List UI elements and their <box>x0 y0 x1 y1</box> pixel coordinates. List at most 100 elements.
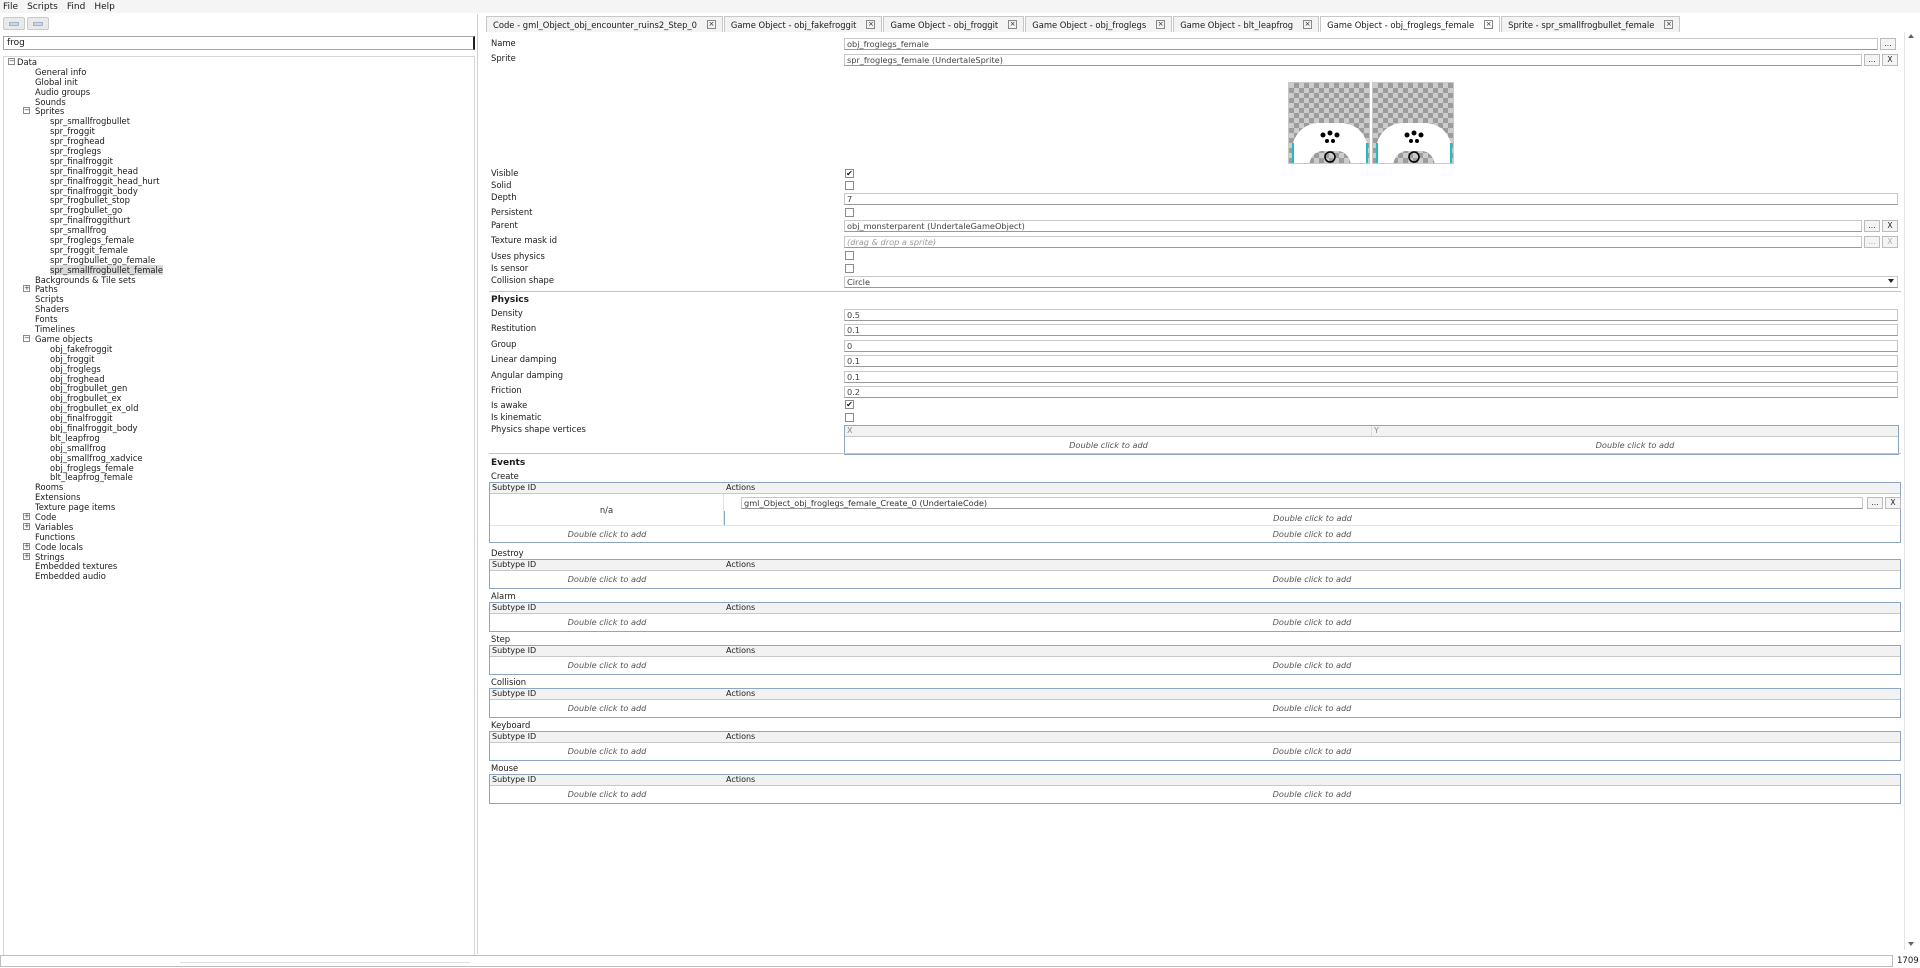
tree-item[interactable]: spr_froggit <box>4 126 474 136</box>
physics-vertices-grid[interactable]: X Y Double click to add Double click to … <box>844 425 1899 455</box>
sprite-browse-button[interactable]: ... <box>1864 54 1880 66</box>
collapse-icon[interactable]: − <box>8 58 15 65</box>
vertices-add-y[interactable]: Double click to add <box>1372 437 1898 454</box>
tree-item[interactable]: − Data <box>4 57 474 67</box>
tree-item[interactable]: spr_finalfroggit_head <box>4 166 474 176</box>
event-create-grid[interactable]: Subtype ID Actions n/a gml_Object_obj_fr… <box>489 482 1901 543</box>
expand-icon[interactable]: + <box>23 512 30 520</box>
tree-item[interactable]: obj_smallfrog <box>4 443 474 453</box>
menu-find[interactable]: Find <box>67 2 85 12</box>
menu-file[interactable]: File <box>3 2 18 12</box>
tree-item[interactable]: spr_frogbullet_stop <box>4 195 474 205</box>
expand-icon[interactable]: + <box>23 522 30 530</box>
tree-item[interactable]: obj_fakefroggit <box>4 344 474 354</box>
tree-item[interactable]: + Paths <box>4 284 474 294</box>
add-action[interactable]: Double click to add <box>724 743 1900 760</box>
tree-item[interactable]: obj_smallfrog_xadvice <box>4 453 474 463</box>
tree-item[interactable]: + Strings <box>4 552 474 562</box>
tree-item[interactable]: spr_finalfroggit <box>4 156 474 166</box>
tree-item[interactable]: obj_frogbullet_gen <box>4 383 474 393</box>
forward-button[interactable] <box>27 17 49 30</box>
event-keyboard-grid[interactable]: Subtype ID Actions Double click to add Doub… <box>489 731 1901 761</box>
parent-clear-button[interactable]: X <box>1882 220 1898 232</box>
collapse-icon[interactable]: − <box>23 334 30 342</box>
tree-item[interactable]: spr_finalfroggit_head_hurt <box>4 176 474 186</box>
tree-item[interactable]: spr_froghead <box>4 136 474 146</box>
tree-item[interactable]: Texture page items <box>4 502 474 512</box>
event-destroy-grid[interactable]: Subtype ID Actions Double click to add Doub… <box>489 559 1901 589</box>
tab[interactable]: Code - gml_Object_obj_encounter_ruins2_S… <box>486 16 723 32</box>
event-step-grid[interactable]: Subtype ID Actions Double click to add Doub… <box>489 645 1901 675</box>
name-browse-button[interactable]: ... <box>1880 38 1896 50</box>
tree-item[interactable]: + Code <box>4 512 474 522</box>
add-action[interactable]: Double click to add <box>724 571 1900 588</box>
add-action[interactable]: Double click to add <box>724 657 1900 674</box>
tree-item[interactable]: Sounds <box>4 97 474 107</box>
name-field[interactable]: obj_froglegs_female <box>844 38 1878 50</box>
parent-browse-button[interactable]: ... <box>1864 220 1880 232</box>
add-subtype[interactable]: Double click to add <box>490 571 724 588</box>
tree-item[interactable]: blt_leapfrog_female <box>4 472 474 482</box>
create-action-clear-button[interactable]: X <box>1885 497 1901 509</box>
parent-field[interactable]: obj_monsterparent (UndertaleGameObject) <box>844 220 1862 232</box>
tree-item[interactable]: Audio groups <box>4 87 474 97</box>
chevron-down-icon[interactable] <box>1888 279 1894 283</box>
tree-item[interactable]: obj_froglegs <box>4 364 474 374</box>
scroll-down-icon[interactable] <box>1908 942 1914 946</box>
tree-item[interactable]: + Code locals <box>4 542 474 552</box>
add-subtype[interactable]: Double click to add <box>490 700 724 717</box>
add-action[interactable]: Double click to add <box>724 786 1900 803</box>
visible-checkbox[interactable]: ✔ <box>845 169 854 178</box>
is-awake-checkbox[interactable]: ✔ <box>845 400 854 409</box>
tree-item[interactable]: spr_smallfrogbullet <box>4 116 474 126</box>
tree-item[interactable]: − Game objects <box>4 334 474 344</box>
tree-item[interactable]: Extensions <box>4 492 474 502</box>
tree-item[interactable]: spr_finalfroggit_body <box>4 186 474 196</box>
create-action-browse-button[interactable]: ... <box>1867 497 1883 509</box>
is-sensor-checkbox[interactable] <box>845 264 854 273</box>
texture-mask-clear-button[interactable]: X <box>1882 236 1898 248</box>
tree-item[interactable]: Timelines <box>4 324 474 334</box>
tree-item[interactable]: blt_leapfrog <box>4 433 474 443</box>
add-subtype[interactable]: Double click to add <box>490 614 724 631</box>
is-kinematic-checkbox[interactable] <box>845 413 854 422</box>
tree-item[interactable]: spr_froglegs_female <box>4 235 474 245</box>
close-icon[interactable]: × <box>866 20 876 29</box>
tab[interactable]: Game Object - obj_froglegs × <box>1025 16 1173 32</box>
tree-item[interactable]: Shaders <box>4 304 474 314</box>
tree-item[interactable]: obj_frogbullet_ex_old <box>4 403 474 413</box>
expand-icon[interactable]: + <box>23 552 30 560</box>
tree-item[interactable]: spr_smallfrog <box>4 225 474 235</box>
tree-item[interactable]: Fonts <box>4 314 474 324</box>
sprite-clear-button[interactable]: X <box>1882 54 1898 66</box>
close-icon[interactable]: × <box>1156 20 1166 29</box>
tab[interactable]: Sprite - spr_smallfrogbullet_female × <box>1501 16 1681 32</box>
tree-item[interactable]: obj_froghead <box>4 374 474 384</box>
tab[interactable]: Game Object - obj_fakefroggit × <box>723 16 883 32</box>
tree-item[interactable]: Embedded textures <box>4 561 474 571</box>
add-subtype[interactable]: Double click to add <box>490 657 724 674</box>
texture-mask-field[interactable]: (drag & drop a sprite) <box>844 236 1862 248</box>
menu-help[interactable]: Help <box>94 2 115 12</box>
collapse-icon[interactable]: − <box>23 107 30 115</box>
close-icon[interactable]: × <box>1008 20 1018 29</box>
expand-icon[interactable]: + <box>23 285 30 293</box>
create-add-action[interactable]: Double click to add <box>724 526 1900 543</box>
add-action[interactable]: Double click to add <box>724 700 1900 717</box>
texture-mask-browse-button[interactable]: ... <box>1864 236 1880 248</box>
event-collision-grid[interactable]: Subtype ID Actions Double click to add Doub… <box>489 688 1901 718</box>
tree-item[interactable]: obj_finalfroggit_body <box>4 423 474 433</box>
tab[interactable]: Game Object - blt_leapfrog × <box>1173 16 1320 32</box>
resource-tree[interactable]: − Data General info Global init Audio groups… <box>3 56 475 956</box>
restitution-field[interactable]: 0.1 <box>844 324 1898 336</box>
angular-damping-field[interactable]: 0.1 <box>844 371 1898 383</box>
tree-item[interactable]: spr_froglegs <box>4 146 474 156</box>
depth-field[interactable]: 7 <box>844 193 1898 205</box>
friction-field[interactable]: 0.2 <box>844 386 1898 398</box>
tree-item[interactable]: Rooms <box>4 482 474 492</box>
tree-item[interactable]: spr_froggit_female <box>4 245 474 255</box>
tree-item[interactable]: Embedded audio <box>4 571 474 581</box>
create-action-field[interactable]: gml_Object_obj_froglegs_female_Create_0 … <box>741 497 1863 509</box>
add-action[interactable]: Double click to add <box>724 614 1900 631</box>
tree-item[interactable]: spr_finalfroggithurt <box>4 215 474 225</box>
